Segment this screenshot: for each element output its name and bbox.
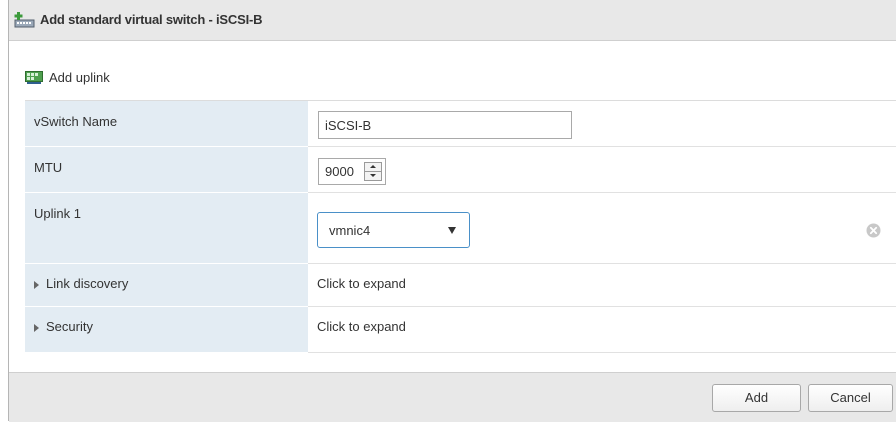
security-value-cell[interactable]: Click to expand <box>308 307 896 353</box>
cancel-button[interactable]: Cancel <box>808 384 893 412</box>
mtu-input[interactable] <box>319 159 365 184</box>
vswitch-name-label-cell: vSwitch Name <box>25 101 308 147</box>
vswitch-name-input[interactable] <box>318 111 572 139</box>
caret-down-icon <box>448 227 456 234</box>
mtu-label: MTU <box>34 160 63 175</box>
nic-add-icon <box>25 71 43 84</box>
caret-right-icon <box>34 281 39 289</box>
link-discovery-expand-link[interactable]: Click to expand <box>317 276 406 291</box>
uplink1-row: Uplink 1 vmnic4 <box>25 193 896 264</box>
link-discovery-label: Link discovery <box>46 276 129 291</box>
mtu-spinner <box>364 162 382 181</box>
add-uplink-button[interactable]: Add uplink <box>25 70 110 85</box>
security-expand-link[interactable]: Click to expand <box>317 319 406 334</box>
add-button[interactable]: Add <box>712 384 801 412</box>
add-uplink-label: Add uplink <box>49 70 110 85</box>
dialog-footer: Add Cancel <box>9 372 896 422</box>
vswitch-name-value-cell <box>308 101 896 147</box>
uplink1-selected-value: vmnic4 <box>329 223 371 238</box>
caret-right-icon <box>34 324 39 332</box>
uplink1-label-cell: Uplink 1 <box>25 193 308 264</box>
vswitch-name-row: vSwitch Name <box>25 101 896 147</box>
dialog-toolbar: Add uplink <box>9 64 896 90</box>
security-label: Security <box>46 319 93 334</box>
vswitch-name-label: vSwitch Name <box>34 114 118 129</box>
security-label-cell[interactable]: Security <box>25 307 308 353</box>
add-vswitch-icon <box>14 11 36 29</box>
dialog-title: Add standard virtual switch - iSCSI-B <box>40 12 263 27</box>
link-discovery-row[interactable]: Link discovery Click to expand <box>25 264 896 307</box>
mtu-row: MTU <box>25 147 896 193</box>
security-row[interactable]: Security Click to expand <box>25 307 896 353</box>
mtu-increment-button[interactable] <box>365 163 381 172</box>
uplink1-value-cell: vmnic4 <box>308 193 896 264</box>
link-discovery-label-cell[interactable]: Link discovery <box>25 264 308 307</box>
mtu-value-cell <box>308 147 896 193</box>
mtu-label-cell: MTU <box>25 147 308 193</box>
remove-circle-icon[interactable] <box>866 223 881 238</box>
link-discovery-value-cell[interactable]: Click to expand <box>308 264 896 307</box>
uplink1-select[interactable]: vmnic4 <box>317 212 470 248</box>
vswitch-form: vSwitch Name MTU Upl <box>25 100 896 353</box>
dialog-titlebar: Add standard virtual switch - iSCSI-B <box>9 0 896 41</box>
mtu-stepper <box>318 158 386 185</box>
mtu-decrement-button[interactable] <box>365 172 381 180</box>
uplink1-label: Uplink 1 <box>34 206 81 221</box>
add-vswitch-dialog: Add standard virtual switch - iSCSI-B Ad… <box>8 0 896 422</box>
